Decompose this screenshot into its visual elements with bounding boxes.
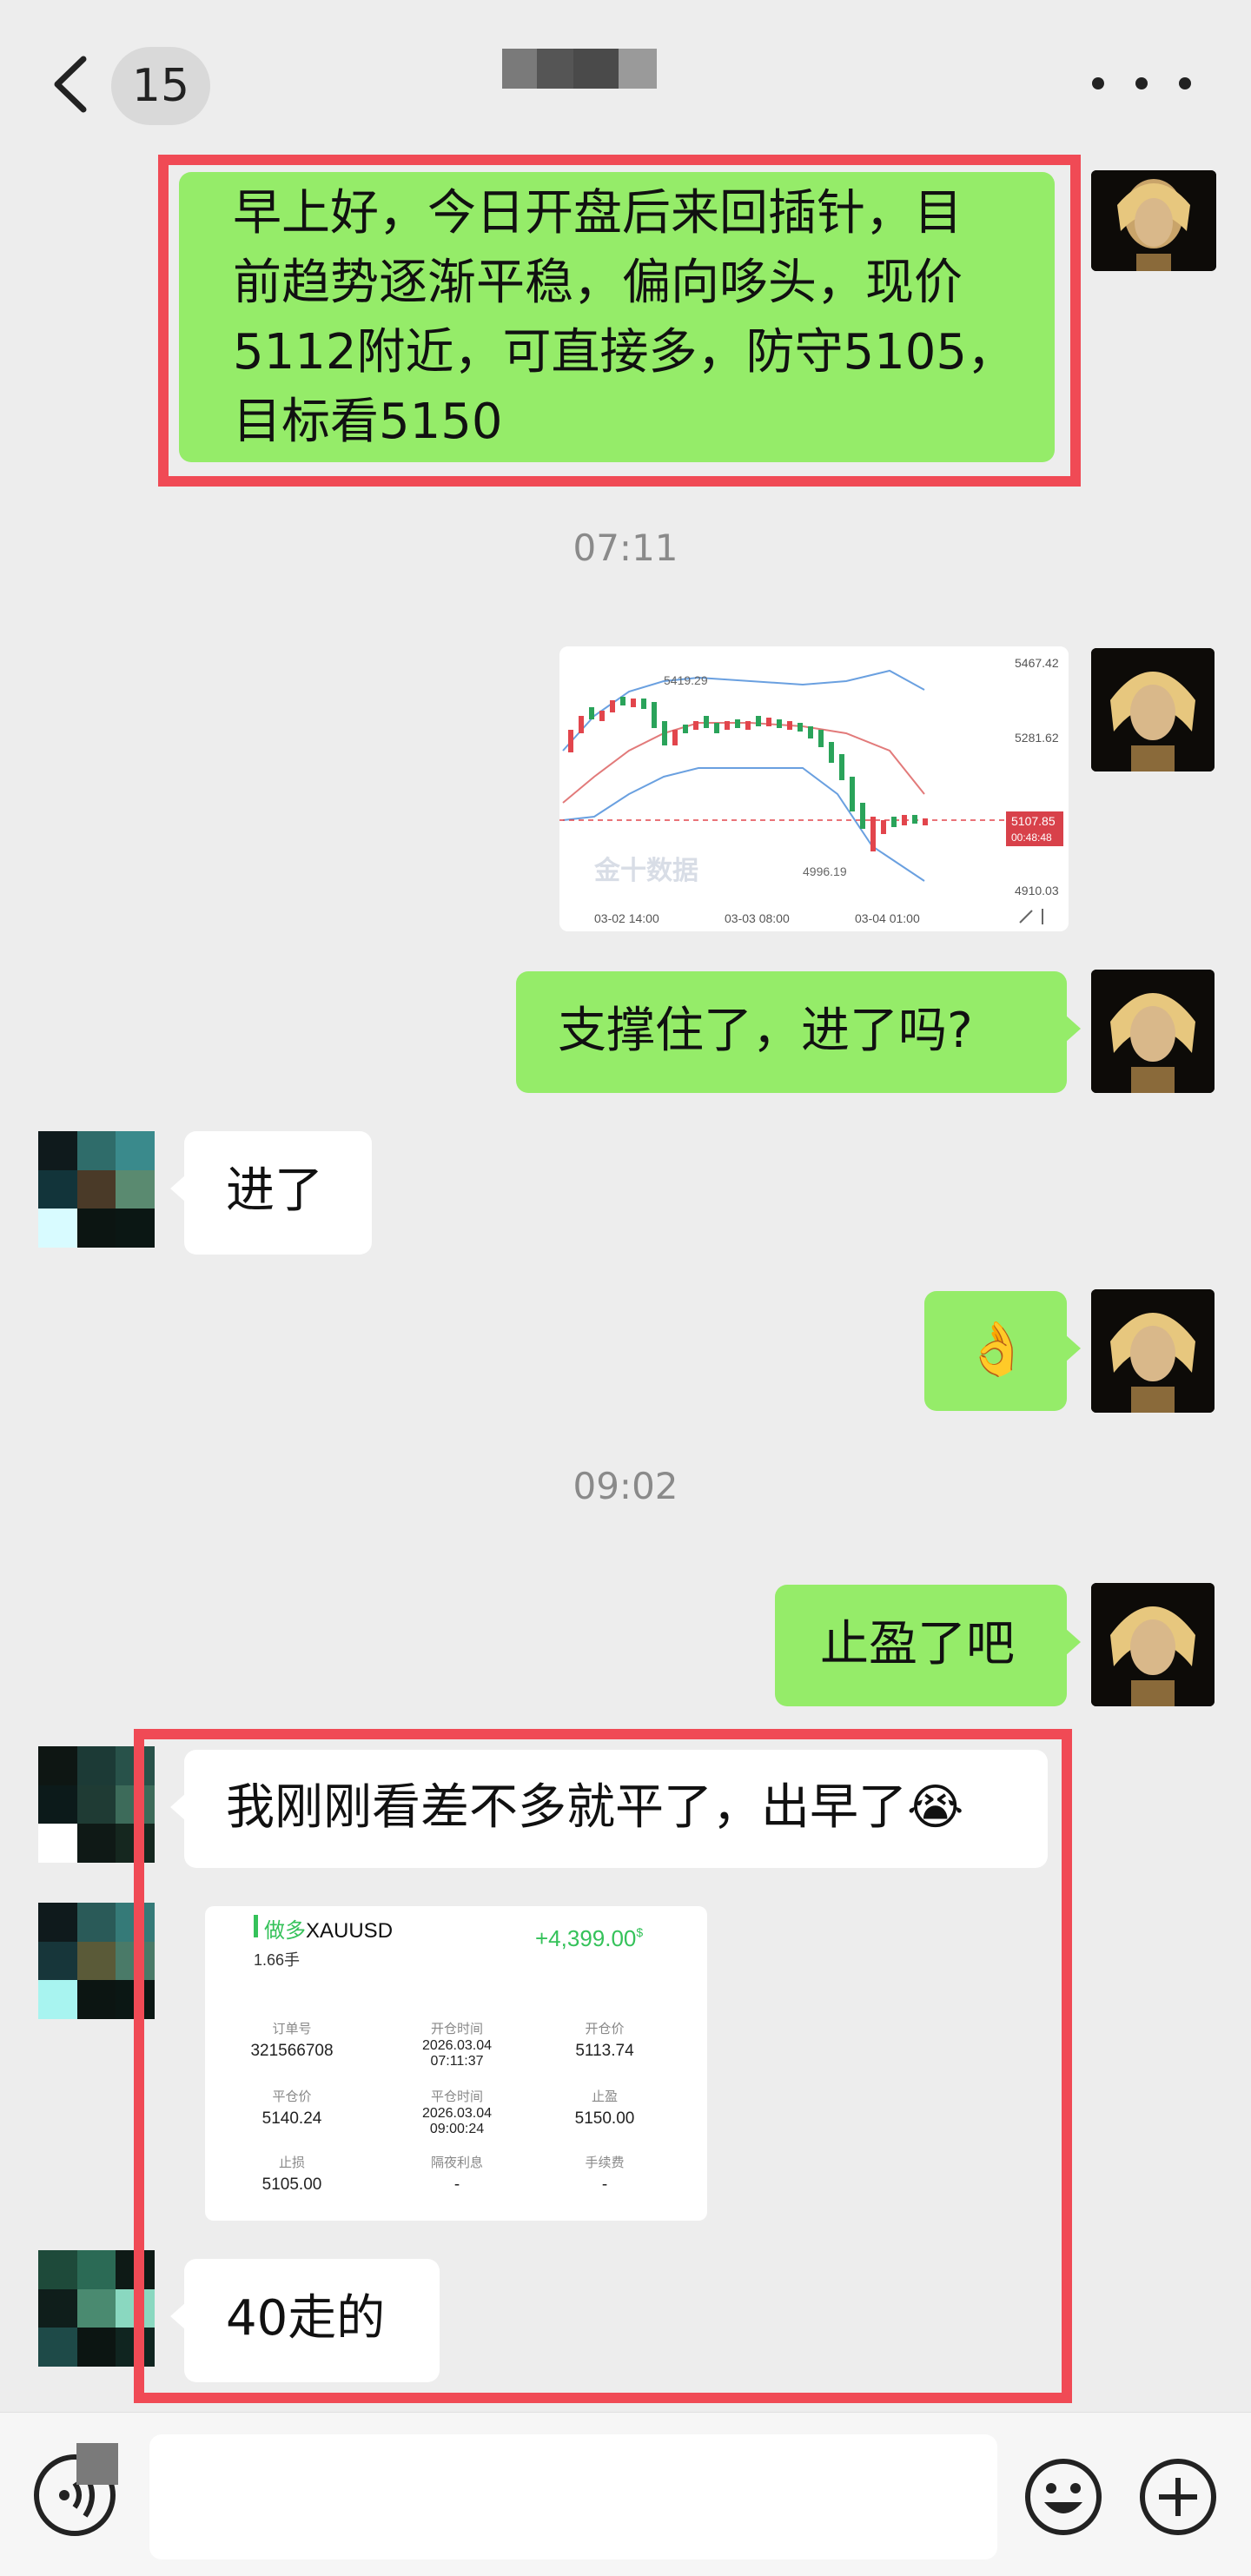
chat-title-mosaic [502, 49, 657, 89]
price-label: 5281.62 [1015, 731, 1059, 745]
message-bubble-closed-early[interactable]: 我刚刚看差不多就平了，出早了😭 [170, 1750, 1048, 1868]
my-avatar[interactable] [1091, 1289, 1215, 1413]
candlestick-chart: 5419.29 4996.19 金十数据 5467.42 5281.62 510… [559, 646, 1069, 931]
field-value: 321566708 [250, 2042, 334, 2060]
order-title: 做多XAUUSD [264, 1913, 393, 1944]
field-label: 隔夜利息 [430, 2155, 483, 2170]
corner-mosaic [76, 2443, 118, 2485]
direction-label: 做多 [264, 1919, 306, 1943]
back-chevron-icon[interactable] [50, 54, 90, 115]
bubble-tail [170, 2302, 186, 2330]
field-value: 2026.03.04 [421, 2106, 493, 2121]
price-label: 4910.03 [1015, 884, 1059, 897]
unread-count-badge[interactable]: 15 [111, 47, 210, 125]
message-text: 止盈了吧 [820, 1616, 1015, 1672]
bubble-tail [1065, 1015, 1081, 1043]
ok-hand-emoji: 👌 [964, 1319, 1029, 1380]
more-options-icon[interactable] [1088, 73, 1195, 94]
order-screenshot-message[interactable]: 做多XAUUSD 1.66手 +4,399.00$ 订单号 321566708 … [205, 1906, 707, 2221]
timestamp: 07:11 [573, 526, 678, 569]
chart-high-label: 5419.29 [664, 673, 708, 687]
field-label: 平仓价 [272, 2089, 312, 2104]
emoji-smiley-icon[interactable] [1023, 2457, 1103, 2537]
field-label: 订单号 [272, 2022, 312, 2036]
message-bubble-question[interactable]: 支撑住了，进了吗? [516, 971, 1081, 1093]
message-bubble-emoji[interactable]: 👌 [924, 1291, 1081, 1411]
symbol-label: XAUUSD [306, 1919, 394, 1943]
field-value: 5140.24 [261, 2109, 322, 2128]
message-line: 早上好，今日开盘后来回插针，目 [233, 185, 963, 242]
message-bubble-forty[interactable]: 40走的 [170, 2259, 440, 2382]
field-label: 止损 [278, 2155, 305, 2170]
chart-watermark: 金十数据 [593, 856, 698, 886]
message-text: 我刚刚看差不多就平了，出早了😭 [226, 1779, 964, 1836]
x-axis-label: 03-04 01:00 [855, 911, 920, 925]
message-bubble-morning-signal[interactable]: 早上好，今日开盘后来回插针，目 前趋势逐渐平稳，偏向哆头，现价 5112附近，可… [179, 172, 1055, 462]
plus-circle-icon[interactable] [1138, 2457, 1218, 2537]
field-value: 07:11:37 [430, 2054, 484, 2069]
contact-avatar[interactable] [38, 1131, 155, 1248]
countdown-label: 00:48:48 [1011, 831, 1052, 844]
profit-value: +4,399.00$ [535, 1925, 644, 1951]
direction-bar [254, 1915, 258, 1937]
field-label: 开仓价 [585, 2022, 625, 2036]
my-avatar[interactable] [1091, 648, 1215, 771]
field-label: 手续费 [585, 2155, 625, 2170]
message-text: 支撑住了，进了吗? [558, 1003, 973, 1059]
message-line: 5112附近，可直接多，防守5105， [233, 324, 1016, 381]
field-value: 2026.03.04 [421, 2038, 493, 2053]
message-line: 目标看5150 [233, 394, 503, 450]
field-value: - [601, 2175, 608, 2194]
message-bubble-reply[interactable]: 进了 [170, 1131, 372, 1255]
message-input[interactable] [149, 2434, 997, 2559]
my-avatar[interactable] [1091, 1583, 1215, 1706]
field-value: 5113.74 [575, 2042, 634, 2060]
timestamp: 09:02 [573, 1465, 678, 1507]
current-price-label: 5107.85 [1011, 814, 1056, 828]
message-text: 40走的 [226, 2290, 386, 2347]
field-value: 5150.00 [574, 2109, 635, 2128]
price-label: 5467.42 [1015, 656, 1059, 670]
bubble-tail [170, 1793, 186, 1821]
x-axis-label: 03-02 14:00 [594, 911, 659, 925]
field-label: 开仓时间 [430, 2022, 483, 2036]
x-axis-label: 03-03 08:00 [725, 911, 790, 925]
message-bubble-take-profit[interactable]: 止盈了吧 [775, 1585, 1081, 1706]
my-avatar[interactable] [1091, 970, 1215, 1093]
field-label: 止盈 [591, 2089, 618, 2104]
field-value: 5105.00 [261, 2175, 322, 2194]
field-value: - [453, 2175, 460, 2194]
my-avatar[interactable] [1091, 170, 1216, 271]
field-value: 09:00:24 [429, 2122, 485, 2136]
bubble-tail [1065, 1334, 1081, 1362]
message-text: 进了 [226, 1162, 323, 1219]
message-line: 前趋势逐渐平稳，偏向哆头，现价 [233, 255, 963, 311]
field-label: 平仓时间 [430, 2089, 483, 2104]
bubble-tail [170, 1175, 186, 1202]
bubble-tail [1065, 1628, 1081, 1656]
chart-image-message[interactable]: 5419.29 4996.19 金十数据 5467.42 5281.62 510… [559, 646, 1069, 931]
chart-low-label: 4996.19 [803, 864, 847, 878]
lots-label: 1.66手 [254, 1951, 301, 1969]
